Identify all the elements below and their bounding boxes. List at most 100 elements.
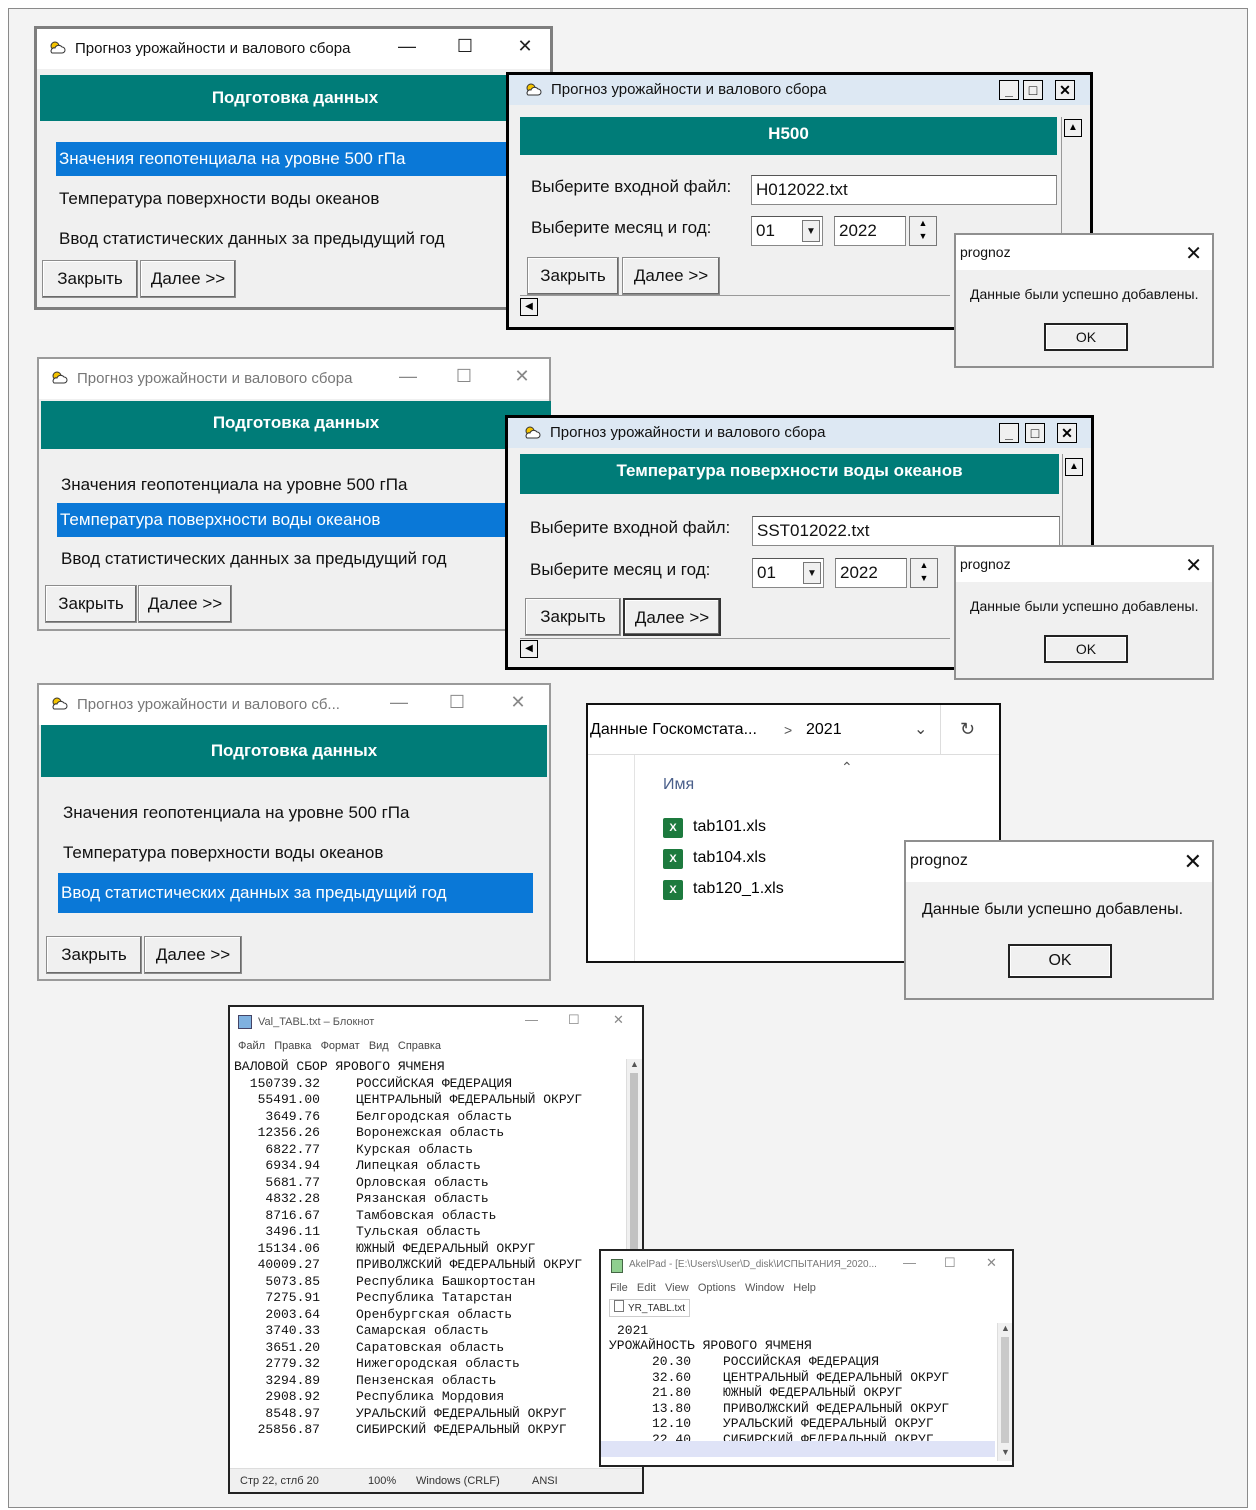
breadcrumb-current[interactable]: 2021	[806, 721, 842, 739]
chevron-down-icon[interactable]: ▼	[802, 220, 820, 242]
maximize-button[interactable]: ☐	[944, 1255, 956, 1271]
next-button[interactable]: Далее >>	[622, 257, 720, 295]
horizontal-scrollbar[interactable]: ◀	[520, 295, 950, 317]
menu-item-sst[interactable]: Температура поверхности воды океанов	[57, 503, 530, 537]
row-region: Рязанская область	[356, 1191, 489, 1206]
close-button[interactable]: ✕	[986, 1255, 997, 1271]
year-spinner[interactable]: ▲ ▼	[910, 558, 938, 588]
close-button-app[interactable]: Закрыть	[42, 260, 138, 298]
input-file-field[interactable]: H012022.txt	[751, 175, 1057, 205]
text-area[interactable]: ВАЛОВОЙ СБОР ЯРОВОГО ЯЧМЕНЯ 150739.32 РОС…	[232, 1059, 624, 1464]
menu-item-sst[interactable]: Температура поверхности воды океанов	[56, 184, 379, 214]
menu-edit[interactable]: Edit	[637, 1282, 656, 1294]
close-button[interactable]: ✕	[613, 1012, 624, 1028]
scroll-down-arrow-icon[interactable]: ▼	[1001, 1447, 1010, 1457]
year-spinner[interactable]: ▲ ▼	[909, 216, 937, 246]
next-button[interactable]: Далее >>	[144, 936, 242, 974]
maximize-button[interactable]: ☐	[449, 366, 479, 387]
menu-item-sst[interactable]: Температура поверхности воды океанов	[60, 838, 383, 868]
menu-item-statistics[interactable]: Ввод статистических данных за предыдущий…	[58, 873, 533, 913]
next-button[interactable]: Далее >>	[623, 598, 721, 636]
close-button-app[interactable]: Закрыть	[525, 598, 621, 636]
address-bar[interactable]: Данные Госкомстата... > 2021 ⌄ ↻	[588, 705, 999, 755]
maximize-button[interactable]: □	[1023, 80, 1043, 100]
column-header-name[interactable]: Имя	[663, 776, 694, 794]
message-title-bar: prognoz ✕	[956, 235, 1212, 270]
menu-options[interactable]: Options	[698, 1282, 736, 1294]
menu-item-h500[interactable]: Значения геопотенциала на уровне 500 гПа	[60, 798, 409, 828]
maximize-button[interactable]: ☐	[442, 692, 472, 713]
scroll-up-arrow-icon[interactable]: ▲	[1001, 1323, 1010, 1333]
message-box: prognoz ✕ Данные были успешно добавлены.…	[954, 545, 1214, 680]
minimize-button[interactable]: _	[999, 423, 1019, 443]
menu-item-h500[interactable]: Значения геопотенциала на уровне 500 гПа	[56, 142, 524, 176]
menu-window[interactable]: Window	[745, 1282, 784, 1294]
maximize-button[interactable]: ☐	[450, 36, 480, 57]
input-file-field[interactable]: SST012022.txt	[752, 516, 1060, 546]
refresh-icon[interactable]: ↻	[960, 719, 975, 740]
row-value: 12356.26	[257, 1125, 320, 1140]
minimize-button[interactable]: —	[393, 366, 423, 387]
close-button[interactable]: ✕	[507, 366, 537, 387]
ok-button[interactable]: OK	[1008, 944, 1112, 978]
vertical-scrollbar[interactable]: ▲ ▼	[997, 1323, 1012, 1461]
menu-view[interactable]: Вид	[369, 1040, 389, 1052]
breadcrumb-parent[interactable]: Данные Госкомстата...	[590, 721, 757, 739]
ok-button[interactable]: OK	[1044, 635, 1128, 663]
horizontal-scrollbar[interactable]: ◀	[520, 638, 950, 658]
menu-view[interactable]: View	[665, 1282, 689, 1294]
menu-format[interactable]: Формат	[321, 1040, 360, 1052]
file-name: tab104.xls	[693, 849, 766, 866]
close-icon[interactable]: ✕	[1185, 553, 1202, 578]
close-button[interactable]: ✕	[510, 36, 540, 57]
chevron-down-icon[interactable]: ▼	[803, 562, 821, 584]
close-button[interactable]: ✕	[1057, 423, 1077, 443]
scroll-up-arrow-icon[interactable]: ▲	[1065, 458, 1083, 476]
maximize-button[interactable]: □	[1025, 423, 1045, 443]
menu-help[interactable]: Справка	[398, 1040, 441, 1052]
scroll-thumb[interactable]	[1001, 1337, 1009, 1443]
message-text: Данные были успешно добавлены.	[970, 286, 1199, 302]
text-heading: ВАЛОВОЙ СБОР ЯРОВОГО ЯЧМЕНЯ	[234, 1059, 445, 1074]
row-value: 2003.64	[265, 1306, 320, 1322]
tab-file[interactable]: YR_TABL.txt	[609, 1299, 691, 1317]
month-combo[interactable]: 01 ▼	[752, 558, 824, 588]
menu-item-h500[interactable]: Значения геопотенциала на уровне 500 гПа	[58, 470, 407, 500]
scroll-left-arrow-icon[interactable]: ◀	[520, 640, 538, 658]
scroll-up-arrow-icon[interactable]: ▲	[1064, 119, 1082, 137]
next-button[interactable]: Далее >>	[138, 585, 232, 623]
close-icon[interactable]: ✕	[1185, 241, 1202, 266]
year-field[interactable]: 2022	[834, 216, 906, 246]
menu-file[interactable]: Файл	[238, 1040, 265, 1052]
scroll-up-arrow-icon[interactable]: ▲	[630, 1059, 639, 1069]
minimize-button[interactable]: _	[999, 80, 1019, 100]
minimize-button[interactable]: —	[525, 1012, 538, 1027]
menu-item-statistics[interactable]: Ввод статистических данных за предыдущий…	[56, 224, 445, 254]
ok-button[interactable]: OK	[1044, 323, 1128, 351]
status-position: Стр 22, стлб 20	[240, 1475, 319, 1487]
close-button-app[interactable]: Закрыть	[46, 936, 142, 974]
text-area[interactable]: 2021 УРОЖАЙНОСТЬ ЯРОВОГО ЯЧМЕНЯ 20.30 РОС…	[603, 1323, 995, 1457]
close-button[interactable]: ✕	[1055, 80, 1075, 100]
menu-file[interactable]: File	[610, 1282, 628, 1294]
year-field[interactable]: 2022	[835, 558, 907, 588]
scroll-left-arrow-icon[interactable]: ◀	[520, 298, 538, 316]
close-button-app[interactable]: Закрыть	[45, 585, 137, 623]
maximize-button[interactable]: ☐	[568, 1012, 580, 1028]
section-banner: Подготовка данных	[40, 75, 550, 121]
row-value: 55491.00	[257, 1092, 320, 1107]
row-value: 32.60	[651, 1369, 691, 1385]
menu-item-statistics[interactable]: Ввод статистических данных за предыдущий…	[58, 544, 447, 574]
close-button[interactable]: ✕	[503, 692, 533, 713]
minimize-button[interactable]: —	[392, 36, 422, 57]
menu-help[interactable]: Help	[793, 1282, 816, 1294]
minimize-button[interactable]: —	[903, 1255, 916, 1270]
close-button-app[interactable]: Закрыть	[527, 257, 619, 295]
close-icon[interactable]: ✕	[1184, 849, 1202, 875]
minimize-button[interactable]: —	[384, 692, 414, 713]
menu-edit[interactable]: Правка	[274, 1040, 311, 1052]
next-button[interactable]: Далее >>	[140, 260, 236, 298]
month-combo[interactable]: 01 ▼	[751, 216, 823, 246]
chevron-down-icon[interactable]: ⌄	[914, 719, 927, 739]
row-region: ПРИВОЛЖСКИЙ ФЕДЕРАЛЬНЫЙ ОКРУГ	[723, 1400, 950, 1416]
